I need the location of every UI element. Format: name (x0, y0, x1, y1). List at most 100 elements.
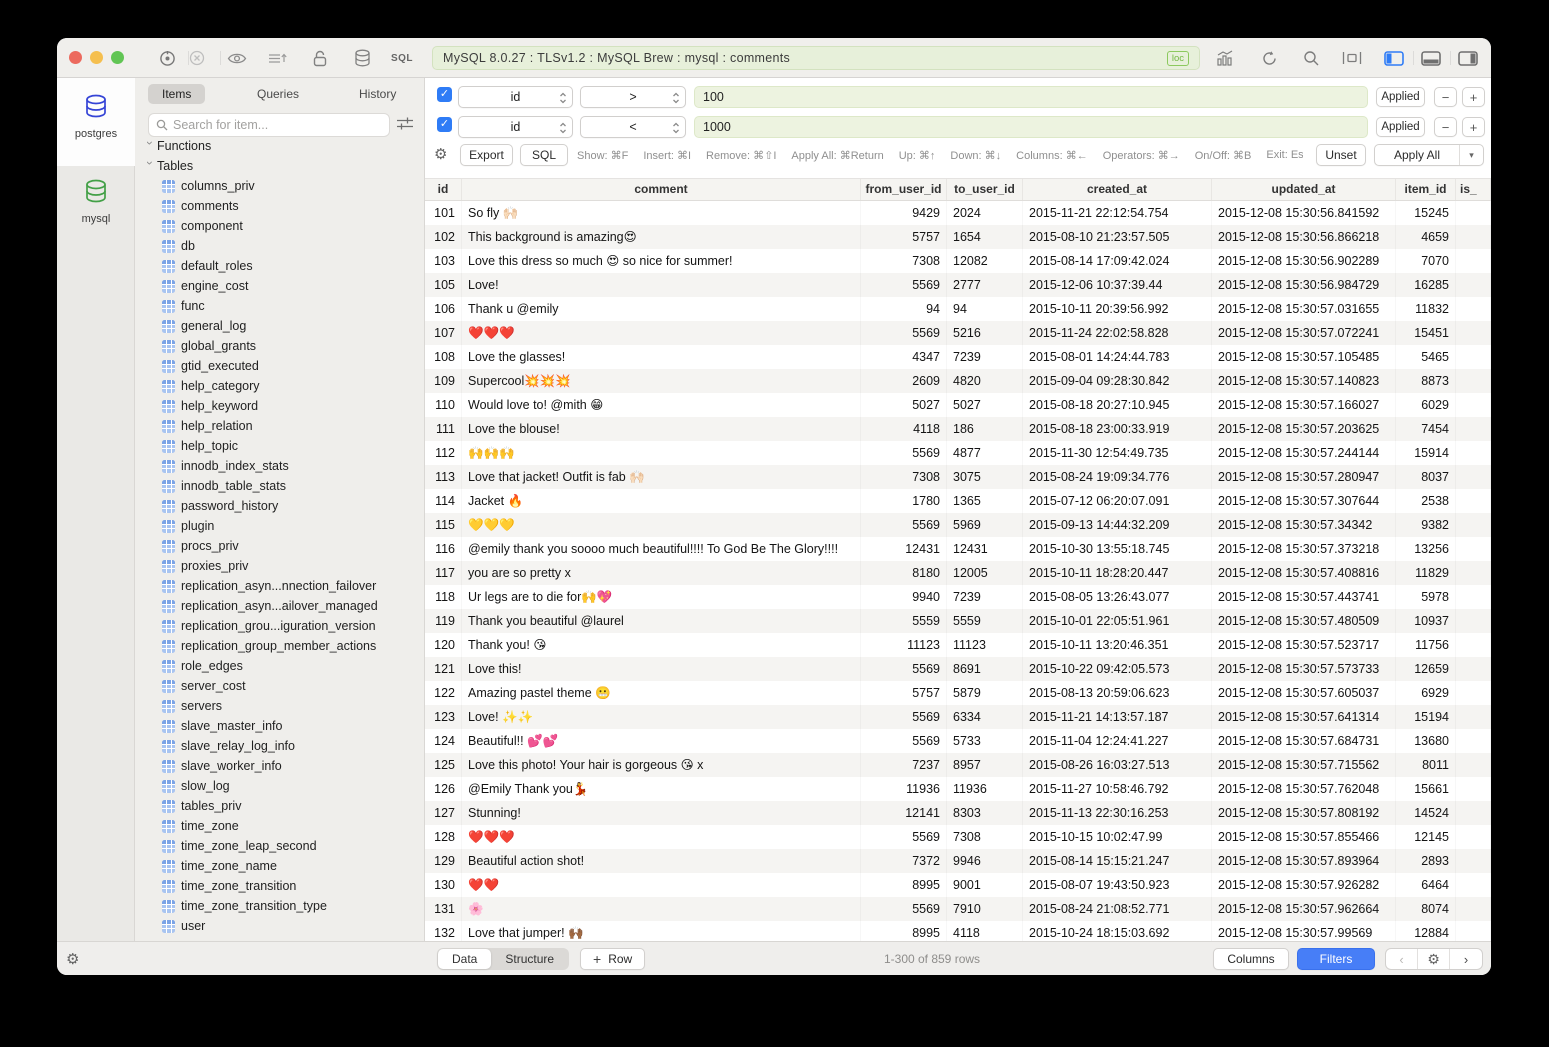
filter-settings-gear-icon[interactable]: ⚙ (434, 145, 447, 163)
sidebar-table-item[interactable]: component (135, 216, 425, 236)
table-cell[interactable]: 2015-12-08 15:30:56.841592 (1212, 201, 1396, 225)
table-cell[interactable]: 5569 (861, 897, 947, 921)
table-cell[interactable] (1456, 369, 1491, 393)
table-cell[interactable]: 15451 (1396, 321, 1456, 345)
tab-queries[interactable]: Queries (243, 84, 313, 104)
table-cell[interactable] (1456, 657, 1491, 681)
connection-mysql[interactable]: mysql (57, 177, 135, 225)
table-cell[interactable]: ❤️❤️❤️ (462, 825, 861, 849)
table-cell[interactable]: 5559 (947, 609, 1023, 633)
table-cell[interactable]: 11123 (861, 633, 947, 657)
table-cell[interactable]: 109 (425, 369, 462, 393)
table-cell[interactable]: 12082 (947, 249, 1023, 273)
filter1-column-select[interactable]: id (458, 86, 573, 108)
table-cell[interactable]: 2015-12-08 15:30:56.984729 (1212, 273, 1396, 297)
table-row[interactable]: 120Thank you! 😘11123111232015-10-11 13:2… (425, 633, 1491, 657)
minimize-window-button[interactable] (90, 51, 103, 64)
sidebar-table-item[interactable]: time_zone_transition (135, 876, 425, 896)
sidebar-table-item[interactable]: comments (135, 196, 425, 216)
table-cell[interactable]: 15914 (1396, 441, 1456, 465)
table-cell[interactable]: 💛💛💛 (462, 513, 861, 537)
table-cell[interactable]: 15194 (1396, 705, 1456, 729)
export-button[interactable]: Export (460, 144, 513, 166)
table-cell[interactable]: ❤️❤️ (462, 873, 861, 897)
table-cell[interactable]: 6929 (1396, 681, 1456, 705)
unset-button[interactable]: Unset (1316, 144, 1366, 166)
apply-all-split-button[interactable]: Apply All ▾ (1374, 144, 1484, 166)
sidebar-table-item[interactable]: procs_priv (135, 536, 425, 556)
table-cell[interactable]: 7372 (861, 849, 947, 873)
tab-items[interactable]: Items (148, 84, 205, 104)
table-cell[interactable]: 7239 (947, 345, 1023, 369)
sidebar-table-item[interactable]: plugin (135, 516, 425, 536)
page-settings-gear-icon[interactable]: ⚙ (1418, 949, 1450, 969)
sidebar-table-item[interactable]: default_roles (135, 256, 425, 276)
table-cell[interactable]: 2015-08-24 19:09:34.776 (1023, 465, 1212, 489)
table-cell[interactable]: Love this! (462, 657, 861, 681)
prev-page-button[interactable]: ‹ (1386, 949, 1418, 969)
table-cell[interactable]: 5569 (861, 273, 947, 297)
table-cell[interactable]: 128 (425, 825, 462, 849)
sidebar-search[interactable] (148, 113, 390, 137)
table-cell[interactable]: 2015-12-08 15:30:57.105485 (1212, 345, 1396, 369)
table-cell[interactable]: 🙌🙌🙌 (462, 441, 861, 465)
column-header-updated_at[interactable]: updated_at (1212, 179, 1396, 200)
table-cell[interactable]: ❤️❤️❤️ (462, 321, 861, 345)
search-input[interactable] (173, 118, 382, 132)
fit-columns-icon[interactable] (1341, 47, 1363, 69)
table-cell[interactable]: 2015-12-08 15:30:56.866218 (1212, 225, 1396, 249)
table-cell[interactable] (1456, 393, 1491, 417)
table-cell[interactable]: 9382 (1396, 513, 1456, 537)
table-cell[interactable]: Love! ✨✨ (462, 705, 861, 729)
next-page-button[interactable]: › (1450, 949, 1482, 969)
cancel-circle-icon[interactable] (186, 47, 208, 69)
table-cell[interactable]: 5733 (947, 729, 1023, 753)
table-cell[interactable]: 8180 (861, 561, 947, 585)
table-cell[interactable]: 2015-12-08 15:30:57.408816 (1212, 561, 1396, 585)
table-cell[interactable] (1456, 273, 1491, 297)
table-cell[interactable]: 5978 (1396, 585, 1456, 609)
column-header-id[interactable]: id (425, 179, 462, 200)
table-cell[interactable]: 111 (425, 417, 462, 441)
sidebar-table-item[interactable]: slow_log (135, 776, 425, 796)
table-cell[interactable]: 12145 (1396, 825, 1456, 849)
table-cell[interactable]: Beautiful!! 💕💕 (462, 729, 861, 753)
filter1-add-button[interactable]: + (1462, 87, 1485, 107)
table-cell[interactable]: 2015-12-08 15:30:56.902289 (1212, 249, 1396, 273)
table-cell[interactable]: 8995 (861, 873, 947, 897)
table-cell[interactable]: 5027 (947, 393, 1023, 417)
table-row[interactable]: 131🌸556979102015-08-24 21:08:52.7712015-… (425, 897, 1491, 921)
sidebar-filter-icon[interactable] (396, 116, 414, 137)
group-functions[interactable]: › Functions (135, 136, 425, 156)
table-cell[interactable]: 108 (425, 345, 462, 369)
table-cell[interactable]: 8995 (861, 921, 947, 941)
column-header-created_at[interactable]: created_at (1023, 179, 1212, 200)
table-row[interactable]: 126@Emily Thank you💃11936119362015-11-27… (425, 777, 1491, 801)
table-cell[interactable]: 13680 (1396, 729, 1456, 753)
sidebar-table-item[interactable]: help_relation (135, 416, 425, 436)
toggle-right-panel-icon[interactable] (1457, 47, 1479, 69)
table-cell[interactable]: 2015-10-01 22:05:51.961 (1023, 609, 1212, 633)
sidebar-table-item[interactable]: server_cost (135, 676, 425, 696)
table-cell[interactable]: @emily thank you soooo much beautiful!!!… (462, 537, 861, 561)
table-cell[interactable] (1456, 921, 1491, 941)
table-cell[interactable]: Stunning! (462, 801, 861, 825)
table-cell[interactable]: 2015-12-08 15:30:57.34342 (1212, 513, 1396, 537)
table-cell[interactable]: 2015-08-26 16:03:27.513 (1023, 753, 1212, 777)
table-cell[interactable]: 2015-12-08 15:30:57.893964 (1212, 849, 1396, 873)
table-cell[interactable]: Thank you! 😘 (462, 633, 861, 657)
table-cell[interactable]: 2015-10-15 10:02:47.99 (1023, 825, 1212, 849)
sidebar-table-item[interactable]: slave_master_info (135, 716, 425, 736)
settings-gear-icon[interactable]: ⚙ (66, 950, 79, 968)
table-cell[interactable]: 12884 (1396, 921, 1456, 941)
sidebar-table-item[interactable]: func (135, 296, 425, 316)
sidebar-table-item[interactable]: innodb_index_stats (135, 456, 425, 476)
table-cell[interactable] (1456, 201, 1491, 225)
table-cell[interactable]: @Emily Thank you💃 (462, 777, 861, 801)
table-cell[interactable]: 2015-11-21 22:12:54.754 (1023, 201, 1212, 225)
close-window-button[interactable] (69, 51, 82, 64)
table-cell[interactable]: 2015-12-08 15:30:57.523717 (1212, 633, 1396, 657)
table-cell[interactable]: 2893 (1396, 849, 1456, 873)
table-cell[interactable]: 131 (425, 897, 462, 921)
query-log-icon[interactable] (266, 47, 288, 69)
